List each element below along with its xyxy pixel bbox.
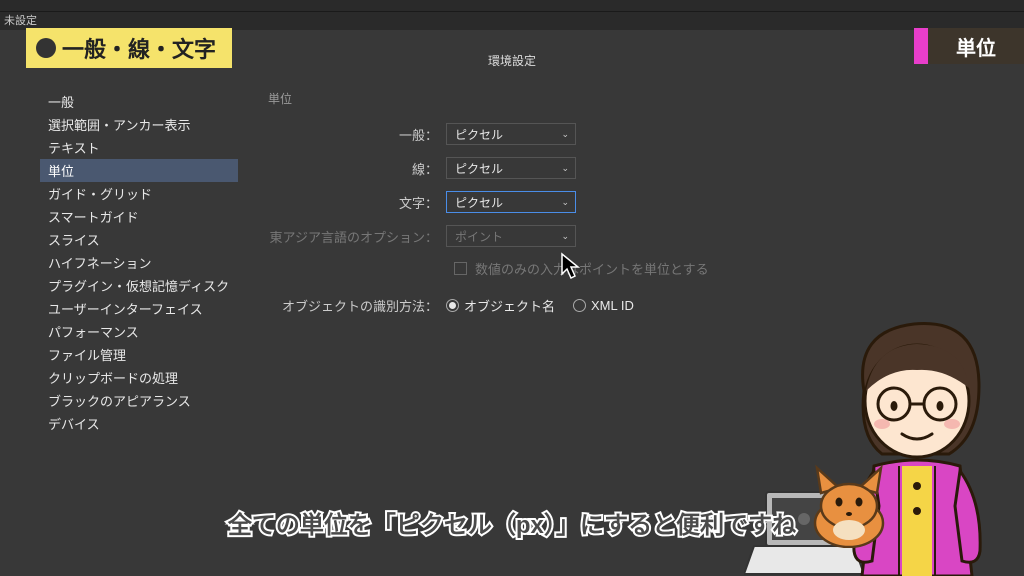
chevron-down-icon: ⌄ (561, 197, 569, 208)
highlight-text: 一般・線・文字 (62, 32, 216, 64)
sidebar-item-file[interactable]: ファイル管理 (40, 343, 238, 366)
sidebar-item-ui[interactable]: ユーザーインターフェイス (40, 297, 238, 320)
row-general: 一般： ピクセル ⌄ (268, 123, 984, 145)
select-text[interactable]: ピクセル ⌄ (446, 191, 576, 213)
right-tab-label: 単位 (928, 28, 1024, 64)
doc-status: 未設定 (4, 15, 37, 27)
radio-xml-id-label: XML ID (591, 298, 634, 313)
sidebar-item-general[interactable]: 一般 (40, 90, 238, 113)
accent-strip (914, 28, 928, 64)
select-stroke-value: ピクセル (455, 160, 503, 177)
main-panel: 単位 一般： ピクセル ⌄ 線： ピクセル ⌄ 文字： ピクセル ⌄ 東アジア言… (238, 90, 984, 576)
checkbox-icon (454, 262, 467, 275)
right-tab: 単位 (914, 28, 1024, 64)
sidebar-item-selection[interactable]: 選択範囲・アンカー表示 (40, 113, 238, 136)
select-general[interactable]: ピクセル ⌄ (446, 123, 576, 145)
select-general-value: ピクセル (455, 126, 503, 143)
label-identify: オブジェクトの識別方法： (268, 296, 446, 315)
sidebar-item-text[interactable]: テキスト (40, 136, 238, 159)
sidebar: 一般 選択範囲・アンカー表示 テキスト 単位 ガイド・グリッド スマートガイド … (40, 90, 238, 576)
label-general: 一般： (268, 125, 446, 144)
sidebar-item-clipboard[interactable]: クリップボードの処理 (40, 366, 238, 389)
sidebar-item-slices[interactable]: スライス (40, 228, 238, 251)
chevron-down-icon: ⌄ (561, 163, 569, 174)
annotation-highlight: 一般・線・文字 (26, 28, 232, 68)
row-identify: オブジェクトの識別方法： オブジェクト名 XML ID (268, 296, 984, 315)
row-asian: 東アジア言語のオプション： ポイント ⌄ (268, 225, 984, 247)
video-caption: 全ての単位を「ピクセル（px）」にすると便利ですね (0, 505, 1024, 540)
radio-xml-id[interactable] (573, 299, 586, 312)
checkbox-numeric-only: 数値のみの入力はポイントを単位とする (454, 259, 984, 278)
select-asian: ポイント ⌄ (446, 225, 576, 247)
radio-object-name-label: オブジェクト名 (464, 296, 555, 315)
sidebar-item-guides[interactable]: ガイド・グリッド (40, 182, 238, 205)
radio-object-name[interactable] (446, 299, 459, 312)
select-text-value: ピクセル (455, 194, 503, 211)
sidebar-item-smartguides[interactable]: スマートガイド (40, 205, 238, 228)
sidebar-item-hyphenation[interactable]: ハイフネーション (40, 251, 238, 274)
label-stroke: 線： (268, 159, 446, 178)
label-asian: 東アジア言語のオプション： (268, 227, 446, 246)
sidebar-item-plugins[interactable]: プラグイン・仮想記憶ディスク (40, 274, 238, 297)
select-stroke[interactable]: ピクセル ⌄ (446, 157, 576, 179)
bullet-icon (36, 38, 56, 58)
select-asian-value: ポイント (455, 228, 503, 245)
sidebar-item-units[interactable]: 単位 (40, 159, 238, 182)
section-title: 単位 (268, 90, 984, 107)
dialog-content: 一般 選択範囲・アンカー表示 テキスト 単位 ガイド・グリッド スマートガイド … (40, 90, 984, 576)
label-text: 文字： (268, 193, 446, 212)
checkbox-label: 数値のみの入力はポイントを単位とする (475, 259, 709, 278)
sidebar-item-black[interactable]: ブラックのアピアランス (40, 389, 238, 412)
chevron-down-icon: ⌄ (561, 231, 569, 242)
row-text: 文字： ピクセル ⌄ (268, 191, 984, 213)
row-stroke: 線： ピクセル ⌄ (268, 157, 984, 179)
sidebar-item-performance[interactable]: パフォーマンス (40, 320, 238, 343)
chevron-down-icon: ⌄ (561, 129, 569, 140)
app-toolbar (0, 0, 1024, 12)
sidebar-item-devices[interactable]: デバイス (40, 412, 238, 435)
